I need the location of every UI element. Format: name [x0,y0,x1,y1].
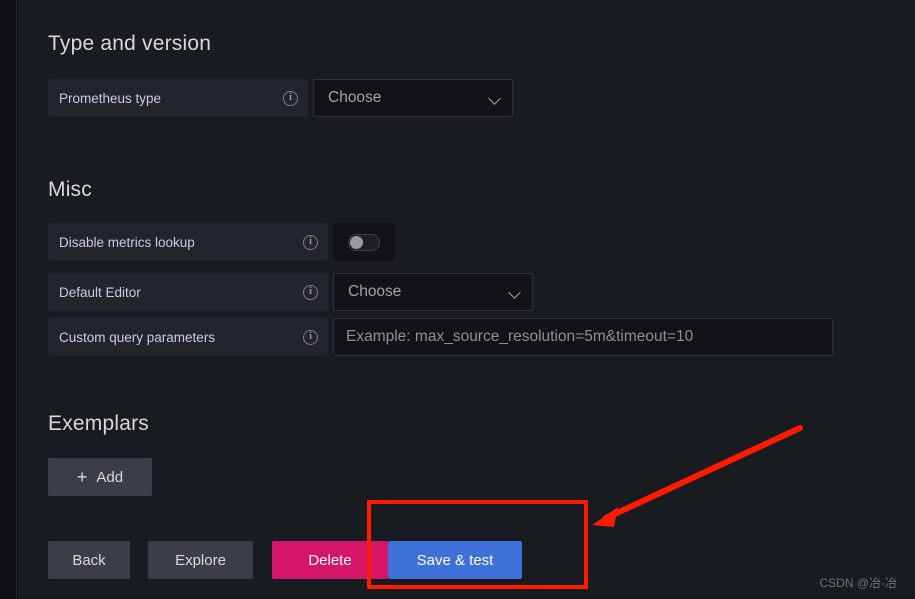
plus-icon: + [76,467,88,487]
custom-query-parameters-input[interactable] [333,318,833,356]
section-title-exemplars: Exemplars [48,412,149,435]
disable-metrics-lookup-label-text: Disable metrics lookup [59,234,195,250]
info-circle-icon[interactable]: i [283,90,298,106]
section-title-type-and-version: Type and version [48,32,212,55]
custom-query-parameters-label: Custom query parameters i [48,318,328,356]
section-title-misc: Misc [48,178,92,201]
default-editor-label-text: Default Editor [59,284,141,300]
custom-query-parameters-input-wrap [333,318,833,356]
explore-button[interactable]: Explore [148,541,253,579]
prometheus-type-select-value: Choose [328,89,382,106]
add-exemplar-button[interactable]: + Add [48,458,152,496]
back-button[interactable]: Back [48,541,130,579]
info-circle-icon[interactable]: i [303,284,318,300]
delete-button[interactable]: Delete [272,541,388,579]
chevron-down-icon [489,92,501,104]
disable-metrics-lookup-label: Disable metrics lookup i [48,223,328,261]
info-circle-icon[interactable]: i [303,234,318,250]
row-disable-metrics-lookup: Disable metrics lookup i [48,223,395,261]
prometheus-type-label: Prometheus type i [48,79,308,117]
custom-query-parameters-label-text: Custom query parameters [59,329,216,345]
settings-content-area: Type and version Prometheus type i Choos… [18,0,915,599]
default-editor-select-value: Choose [348,283,402,300]
datasource-settings-page: Type and version Prometheus type i Choos… [0,0,915,599]
default-editor-select[interactable]: Choose [333,273,533,311]
disable-metrics-lookup-toggle-wrap [333,223,395,261]
left-nav-rail [0,0,17,599]
add-exemplar-button-label: Add [96,468,124,486]
row-prometheus-type: Prometheus type i Choose [48,79,513,117]
info-circle-icon[interactable]: i [303,329,318,345]
row-custom-query-parameters: Custom query parameters i [48,318,833,356]
prometheus-type-select[interactable]: Choose [313,79,513,117]
chevron-down-icon [509,286,521,298]
disable-metrics-lookup-toggle[interactable] [348,233,380,251]
row-default-editor: Default Editor i Choose [48,273,533,311]
save-and-test-button[interactable]: Save & test [388,541,522,579]
toggle-knob [350,235,363,249]
csdn-watermark: CSDN @冶-冶 [819,576,897,590]
prometheus-type-label-text: Prometheus type [59,90,162,106]
default-editor-label: Default Editor i [48,273,328,311]
